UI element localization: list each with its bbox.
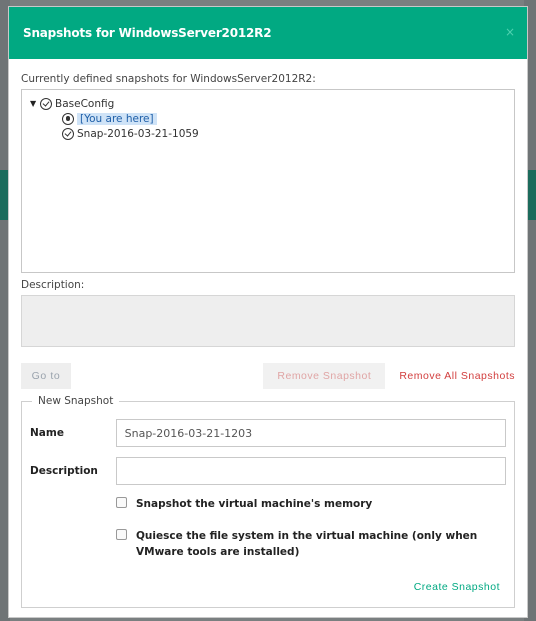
memory-checkbox-label: Snapshot the virtual machine's memory [136,498,373,510]
description-field-label: Description [30,465,98,477]
remove-snapshot-button[interactable]: Remove Snapshot [263,363,386,389]
name-label: Name [30,427,64,439]
tree-node-baseconfig[interactable]: ▼ BaseConfig [30,96,506,111]
snapshot-check-icon [40,97,52,110]
close-icon[interactable]: × [505,25,515,39]
snapshot-tree[interactable]: ▼ BaseConfig [You are here] Snap-2016-03… [21,89,515,273]
current-position-icon [62,112,74,125]
name-input[interactable]: Snap-2016-03-21-1203 [115,419,506,447]
new-snapshot-legend: New Snapshot [32,395,120,407]
quiesce-checkbox-label: Quiesce the file system in the virtual m… [136,530,478,558]
name-row: Name Snap-2016-03-21-1203 [30,418,506,448]
tree-node-label: BaseConfig [55,97,115,110]
snapshot-tree-label: Currently defined snapshots for WindowsS… [21,73,316,85]
expand-arrow-icon[interactable]: ▼ [30,99,40,108]
dialog-body: Currently defined snapshots for WindowsS… [9,73,527,608]
memory-checkbox[interactable] [116,497,127,508]
description-row: Description [30,456,506,486]
dialog-title: Snapshots for WindowsServer2012R2 [23,26,272,40]
memory-option[interactable]: Snapshot the virtual machine's memory [116,496,506,512]
dialog-titlebar: Snapshots for WindowsServer2012R2 × [9,7,527,59]
snapshots-dialog: Snapshots for WindowsServer2012R2 × Curr… [8,6,528,618]
new-snapshot-fieldset: New Snapshot Name Snap-2016-03-21-1203 D… [21,395,515,608]
remove-all-snapshots-button[interactable]: Remove All Snapshots [399,370,515,382]
tree-node-label: [You are here] [77,112,157,125]
description-display [21,295,515,347]
quiesce-checkbox[interactable] [116,529,127,540]
description-label: Description: [21,279,85,291]
description-input[interactable] [115,457,506,485]
tree-node-you-are-here[interactable]: [You are here] [30,111,506,126]
go-to-button[interactable]: Go to [21,363,71,389]
snapshot-actions: Go to Remove Snapshot Remove All Snapsho… [21,363,515,389]
tree-node-label: Snap-2016-03-21-1059 [77,127,199,140]
create-snapshot-button[interactable]: Create Snapshot [414,581,500,593]
tree-node-snapshot[interactable]: Snap-2016-03-21-1059 [30,126,506,141]
snapshot-check-icon [62,127,74,140]
quiesce-option[interactable]: Quiesce the file system in the virtual m… [116,528,506,560]
